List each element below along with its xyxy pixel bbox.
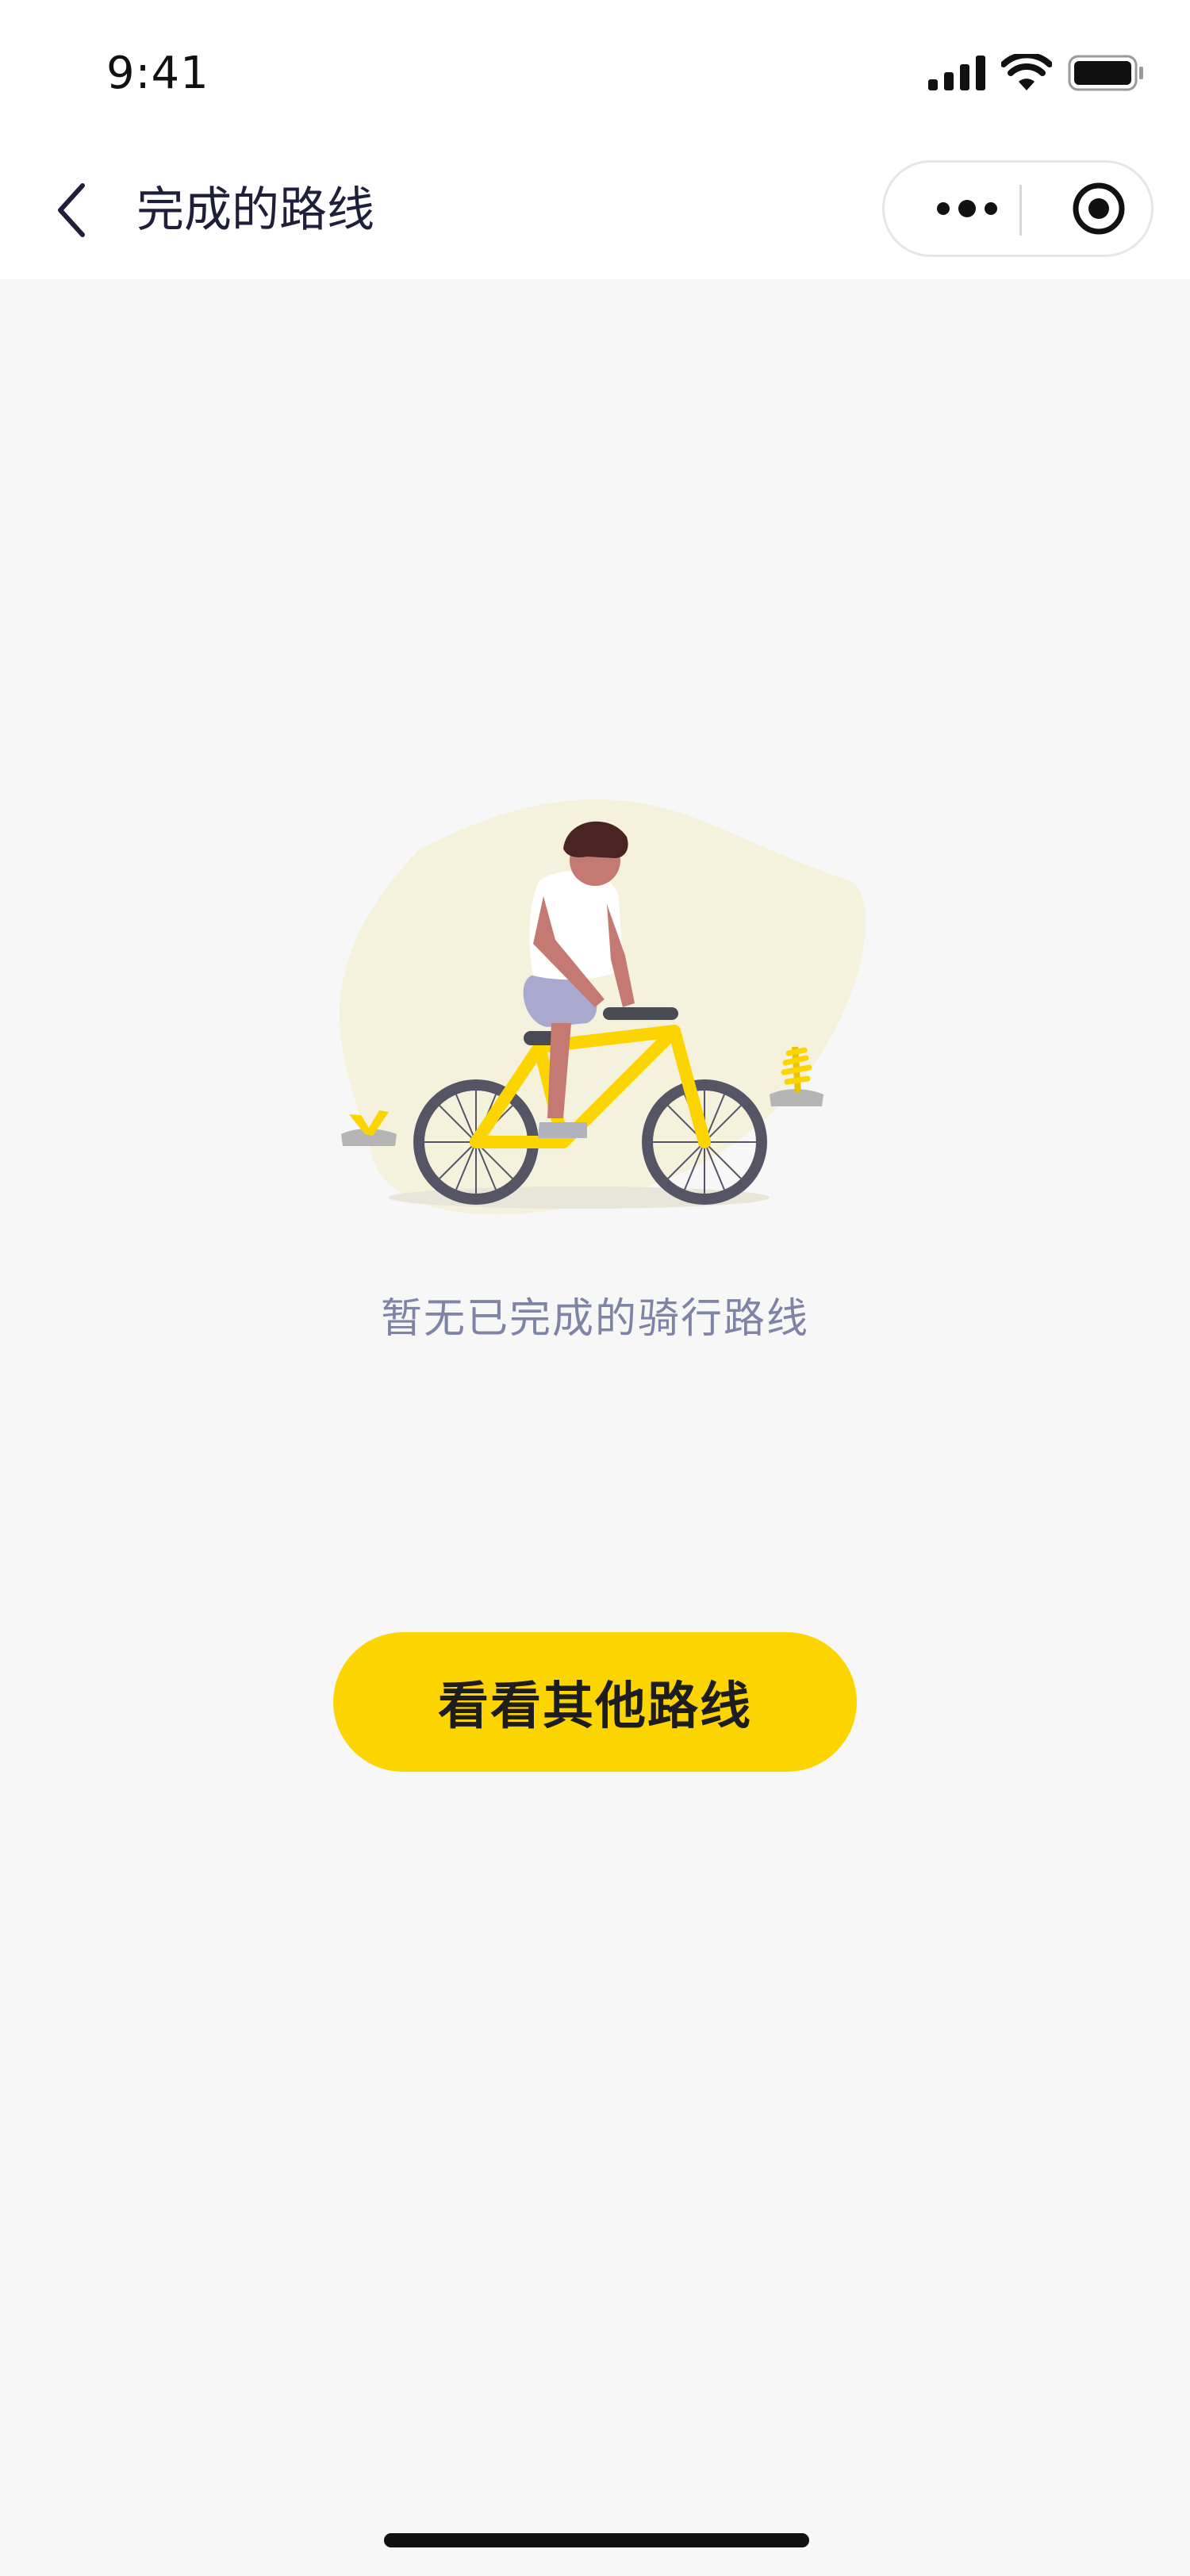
- chevron-left-icon: [58, 183, 85, 237]
- status-icons: [928, 51, 1144, 95]
- back-button[interactable]: [40, 174, 103, 246]
- target-icon: [1073, 182, 1125, 235]
- capsule-divider: [1019, 185, 1022, 236]
- empty-state-message: 暂无已完成的骑行路线: [380, 1295, 809, 1343]
- status-bar: 9:41: [0, 0, 1190, 143]
- view-other-routes-button[interactable]: 看看其他路线: [333, 1632, 857, 1772]
- close-miniprogram-button[interactable]: [1059, 163, 1138, 255]
- signal-icon: [928, 56, 985, 90]
- more-dots-icon: [937, 200, 997, 217]
- more-button[interactable]: [919, 163, 1015, 255]
- page-title: 完成的路线: [136, 182, 374, 238]
- navigation-bar: 完成的路线: [0, 143, 1190, 279]
- miniprogram-capsule: [882, 160, 1154, 257]
- status-time: 9:41: [106, 48, 209, 99]
- battery-icon: [1068, 55, 1143, 91]
- cyclist-illustration: [340, 799, 865, 1215]
- home-indicator: [384, 2533, 809, 2547]
- wifi-icon: [1001, 54, 1052, 90]
